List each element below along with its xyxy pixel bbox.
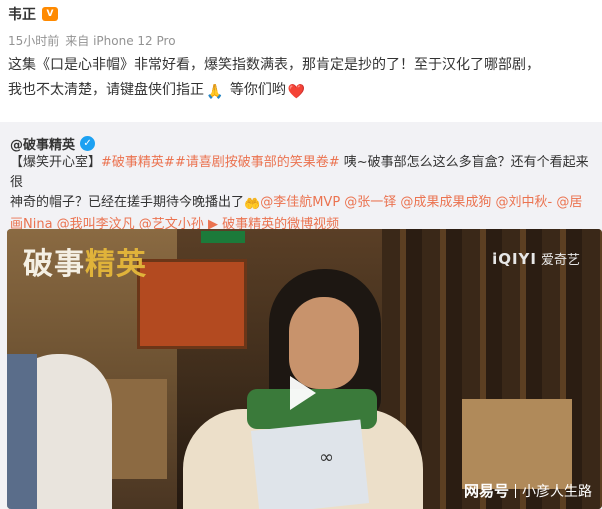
pray-emoji-icon: 🙏: [206, 84, 224, 100]
topic-link-1[interactable]: #破事精英#: [101, 155, 175, 170]
post-text-line1: 这集《口是心非帽》非常好看，爆笑指数满表，那肯定是抄的了！至于汉化了哪部剧，: [8, 57, 540, 73]
retweet-line2: 神奇的帽子？已经在搓手期待今晚播出了🤲@李佳航MVP @张一铎 @成果成果成狗 …: [10, 193, 596, 215]
video-bg-box: [462, 399, 572, 489]
topic-link-2[interactable]: #请喜剧按破事部的笑果卷#: [175, 155, 340, 170]
post-header: 韦正 V: [8, 4, 58, 24]
hands-emoji-icon: 🤲: [244, 197, 261, 212]
retweet-card[interactable]: @破事精英 ✓ 【爆笑开心室】#破事精英##请喜剧按破事部的笑果卷# 咦~破事部…: [0, 122, 602, 509]
iqiyi-cn: 爱奇艺: [540, 253, 580, 268]
retweet-text-b: 神奇的帽子？已经在搓手期待今晚播出了: [10, 195, 245, 210]
play-button[interactable]: [285, 375, 321, 411]
post-time[interactable]: 15小时前: [8, 32, 59, 49]
weibo-post: 韦正 V 15小时前 来自 iPhone 12 Pro 这集《口是心非帽》非常好…: [0, 0, 602, 509]
video-bg-painting: [137, 259, 247, 349]
heart-emoji-icon: ❤️: [287, 84, 306, 100]
watermark: 网易号 小彦人生路: [464, 480, 592, 501]
video-person-left-sleeve: [7, 354, 37, 509]
post-meta: 15小时前 来自 iPhone 12 Pro: [8, 32, 176, 49]
show-logo: 破事精英: [23, 239, 147, 283]
video-bg-exit-sign: [201, 231, 245, 243]
mentions-line1[interactable]: @李佳航MVP @张一铎 @成果成果成狗 @刘中秋- @居: [260, 195, 582, 210]
show-logo-a: 破事: [23, 247, 85, 282]
retweet-author[interactable]: @破事精英 ✓: [10, 134, 96, 153]
post-source: 来自 iPhone 12 Pro: [65, 34, 176, 48]
post-text-line2-b: 等你们哟: [229, 82, 286, 98]
post-text-line2-a: 我也不太清楚，请键盘侠们指正: [8, 82, 204, 98]
video-card: [250, 419, 370, 509]
post-content: 这集《口是心非帽》非常好看，爆笑指数满表，那肯定是抄的了！至于汉化了哪部剧， 我…: [8, 53, 596, 105]
iqiyi-logo: iQIYI 爱奇艺: [492, 249, 580, 269]
video-player[interactable]: ∞ 破事精英 iQIYI 爱奇艺 网易号 小彦人生路: [7, 229, 602, 509]
retweet-prefix: 【爆笑开心室】: [10, 155, 102, 170]
username[interactable]: 韦正: [8, 4, 36, 24]
retweet-text: 【爆笑开心室】#破事精英##请喜剧按破事部的笑果卷# 咦~破事部怎么这么多盲盒？…: [10, 153, 596, 235]
verified-icon: ✓: [80, 136, 96, 151]
watermark-separator: [515, 483, 516, 498]
play-icon: [290, 376, 316, 410]
iqiyi-brand: iQIYI: [492, 249, 537, 268]
card-infinity-icon: ∞: [319, 447, 334, 468]
retweet-author-name[interactable]: @破事精英: [10, 134, 75, 153]
post-text-line2: 我也不太清楚，请键盘侠们指正 🙏 等你们哟 ❤️: [8, 78, 596, 105]
show-logo-b: 精英: [85, 247, 147, 282]
retweet-line1: 【爆笑开心室】#破事精英##请喜剧按破事部的笑果卷# 咦~破事部怎么这么多盲盒？…: [10, 153, 596, 193]
watermark-author: 小彦人生路: [522, 483, 592, 500]
vip-badge-icon: V: [42, 7, 58, 21]
watermark-netease: 网易号: [463, 482, 509, 500]
